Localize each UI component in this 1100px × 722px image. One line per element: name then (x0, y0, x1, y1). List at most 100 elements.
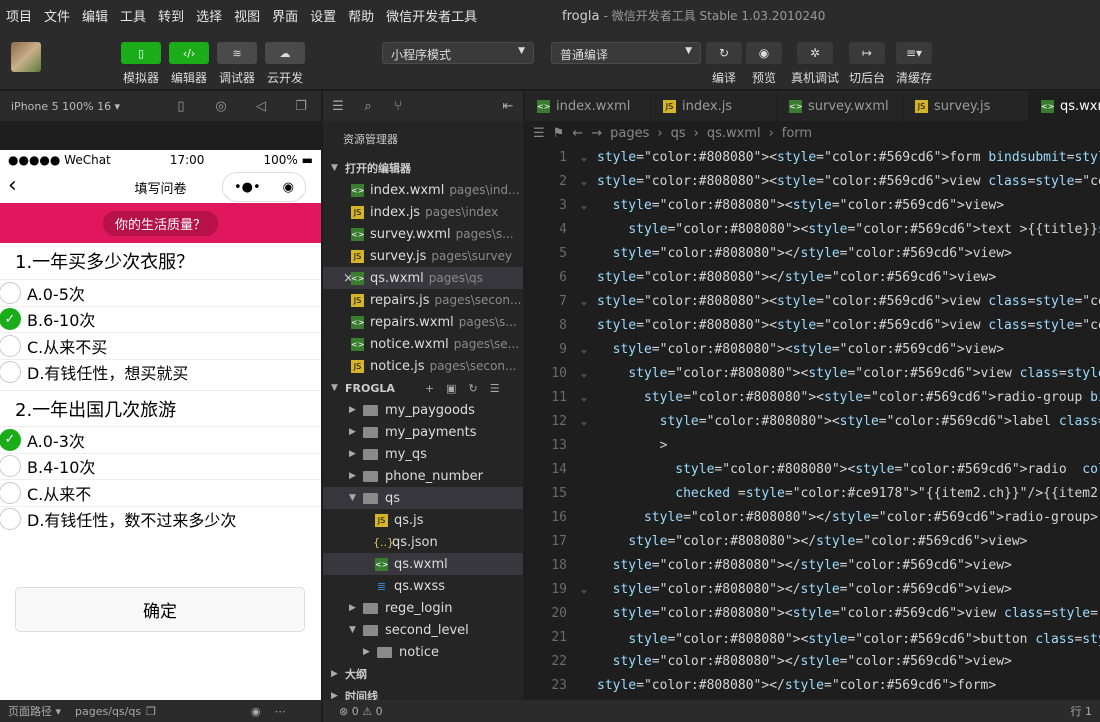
breadcrumb-item[interactable]: pages (610, 126, 649, 141)
timeline-header[interactable]: ▶ 时间线 (323, 685, 523, 700)
code-line[interactable]: 10 ⌄ style="color:#808080"><style="color:… (525, 361, 1100, 385)
q2-option-d[interactable]: D.有钱任性，数不过来多少次 (0, 505, 321, 533)
eye-icon[interactable]: ◉ (251, 705, 261, 718)
preview-button[interactable]: ◉ (746, 42, 782, 64)
more-icon[interactable]: ⋯ (275, 705, 286, 718)
remote-debug-button[interactable]: ✲ (797, 42, 833, 64)
debugger-toggle-button[interactable]: ≋ (217, 42, 257, 64)
code-line[interactable]: 6 style="color:#808080"></style="color:#5… (525, 265, 1100, 289)
tree-folder-open[interactable]: ▼ qs (323, 487, 523, 509)
cloud-button[interactable]: ☁ (265, 42, 305, 64)
record-icon[interactable]: ◎ (201, 99, 241, 114)
menu-edit[interactable]: 编辑 (76, 6, 114, 25)
tree-file[interactable]: ≣ qs.wxss (323, 575, 523, 597)
tab-index-wxml[interactable]: <> index.wxml (525, 91, 651, 121)
tree-folder[interactable]: ▶ my_qs (323, 443, 523, 465)
radio-icon[interactable] (0, 481, 21, 504)
menu-file[interactable]: 文件 (38, 6, 76, 25)
menu-goto[interactable]: 转到 (152, 6, 190, 25)
code-line[interactable]: 9 ⌄ style="color:#808080"><style="color:#… (525, 337, 1100, 361)
tab-qs-wxml[interactable]: <> qs.wxml (1029, 91, 1100, 121)
tree-folder[interactable]: ▶ my_paygoods (323, 399, 523, 421)
open-file-item[interactable]: JS index.js pages\index (323, 201, 523, 223)
q2-option-a[interactable]: ✓ A.0-3次 (0, 426, 321, 453)
q1-option-b[interactable]: ✓ B.6-10次 (0, 305, 321, 333)
volume-icon[interactable]: ◁ (241, 99, 281, 114)
fold-chevron-icon[interactable]: ⌄ (571, 416, 597, 427)
code-line[interactable]: 17 style="color:#808080"></style="color:… (525, 529, 1100, 553)
outline-header[interactable]: ▶ 大纲 (323, 663, 523, 685)
cursor-position[interactable]: 行 1 (1071, 703, 1093, 719)
menu-tools[interactable]: 工具 (114, 6, 152, 25)
close-icon[interactable]: ◉ (283, 180, 294, 195)
tree-folder[interactable]: ▶ my_payments (323, 421, 523, 443)
code-line[interactable]: 22 style="color:#808080"></style="color:… (525, 649, 1100, 673)
page-path-label[interactable]: 页面路径 ▾ (8, 703, 61, 719)
arrow-right-icon[interactable]: → (591, 126, 602, 141)
code-line[interactable]: 20 style="color:#808080"><style="color:#… (525, 601, 1100, 625)
code-line[interactable]: 14 style="color:#808080"><style="color:#… (525, 457, 1100, 481)
fold-chevron-icon[interactable]: ⌄ (571, 176, 597, 187)
fold-chevron-icon[interactable]: ⌄ (571, 344, 597, 355)
code-line[interactable]: 21 style="color:#808080"><style="color:#… (525, 625, 1100, 649)
code-line[interactable]: 3 ⌄ style="color:#808080"><style="color:#… (525, 193, 1100, 217)
q2-option-c[interactable]: C.从来不 (0, 479, 321, 506)
tree-folder[interactable]: ▶ phone_number (323, 465, 523, 487)
collapse-icon[interactable]: ☰ (490, 382, 500, 395)
problems-counter[interactable]: ⊗ 0 ⚠ 0 (339, 705, 383, 718)
fold-chevron-icon[interactable]: ⌄ (571, 368, 597, 379)
radio-checked-icon[interactable]: ✓ (0, 308, 21, 331)
menu-interface[interactable]: 界面 (266, 6, 304, 25)
tree-file-selected[interactable]: <> qs.wxml (323, 553, 523, 575)
fold-chevron-icon[interactable]: ⌄ (571, 584, 597, 595)
menu-select[interactable]: 选择 (190, 6, 228, 25)
open-file-item[interactable]: <> notice.wxml pages\se... (323, 333, 523, 355)
compile-button[interactable]: ↻ (706, 42, 742, 64)
menu-project[interactable]: 项目 (0, 6, 38, 25)
project-header[interactable]: ▼ FROGLA + ▣ ↻ ☰ (323, 377, 523, 399)
code-line[interactable]: 7 ⌄ style="color:#808080"><style="color:#5… (525, 289, 1100, 313)
editor-toggle-button[interactable]: ‹/› (169, 42, 209, 64)
code-line[interactable]: 2 ⌄ style="color:#808080"><style="color:#5… (525, 169, 1100, 193)
code-line[interactable]: 4 style="color:#808080"><style="color:#5… (525, 217, 1100, 241)
tree-file[interactable]: JS qs.js (323, 509, 523, 531)
code-line[interactable]: 18 style="color:#808080"></style="color:… (525, 553, 1100, 577)
new-folder-icon[interactable]: ▣ (446, 382, 456, 395)
refresh-icon[interactable]: ↻ (469, 382, 478, 395)
open-file-item[interactable]: JS repairs.js pages\secon... (323, 289, 523, 311)
code-line[interactable]: 5 style="color:#808080"></style="color:#… (525, 241, 1100, 265)
list-icon[interactable]: ☰ (533, 126, 545, 141)
tab-survey-js[interactable]: JS survey.js (903, 91, 1029, 121)
new-file-icon[interactable]: + (425, 382, 434, 395)
radio-checked-icon[interactable]: ✓ (0, 428, 21, 451)
close-icon[interactable]: × (343, 271, 354, 286)
q1-option-d[interactable]: D.有钱任性，想买就买 (0, 358, 321, 386)
simulator-toggle-button[interactable]: ▯ (121, 42, 161, 64)
window-icon[interactable]: ❐ (281, 99, 321, 114)
code-line[interactable]: 19 ⌄ style="color:#808080"></style="color… (525, 577, 1100, 601)
open-editors-header[interactable]: ▼ 打开的编辑器 (323, 157, 523, 179)
branch-icon[interactable]: ⑂ (383, 99, 413, 114)
list-icon[interactable]: ☰ (323, 99, 353, 114)
open-file-item-active[interactable]: × <> qs.wxml pages\qs (323, 267, 523, 289)
code-line[interactable]: 8 style="color:#808080"><style="color:#56… (525, 313, 1100, 337)
tree-file[interactable]: {..} qs.json (323, 531, 523, 553)
q1-option-a[interactable]: A.0-5次 (0, 279, 321, 306)
fold-chevron-icon[interactable]: ⌄ (571, 392, 597, 403)
breadcrumb-item[interactable]: form (782, 126, 812, 141)
tree-folder[interactable]: ▶ rege_login (323, 597, 523, 619)
phone-icon[interactable]: ▯ (161, 99, 201, 114)
menu-help[interactable]: 帮助 (342, 6, 380, 25)
radio-icon[interactable] (0, 361, 21, 384)
arrow-left-icon[interactable]: ← (572, 126, 583, 141)
radio-icon[interactable] (0, 281, 21, 304)
radio-icon[interactable] (0, 455, 21, 478)
open-file-item[interactable]: <> survey.wxml pages\s... (323, 223, 523, 245)
code-line[interactable]: 15 checked =style="color:#ce9178">"{{ite… (525, 481, 1100, 505)
q2-option-b[interactable]: B.4-10次 (0, 452, 321, 480)
more-icon[interactable]: •●• (234, 180, 261, 195)
code-line[interactable]: 11 ⌄ style="color:#808080"><style="color:… (525, 385, 1100, 409)
code-line[interactable]: 23 style="color:#808080"></style="color:#… (525, 673, 1100, 697)
q1-option-c[interactable]: C.从来不买 (0, 332, 321, 359)
tab-survey-wxml[interactable]: <> survey.wxml (777, 91, 903, 121)
